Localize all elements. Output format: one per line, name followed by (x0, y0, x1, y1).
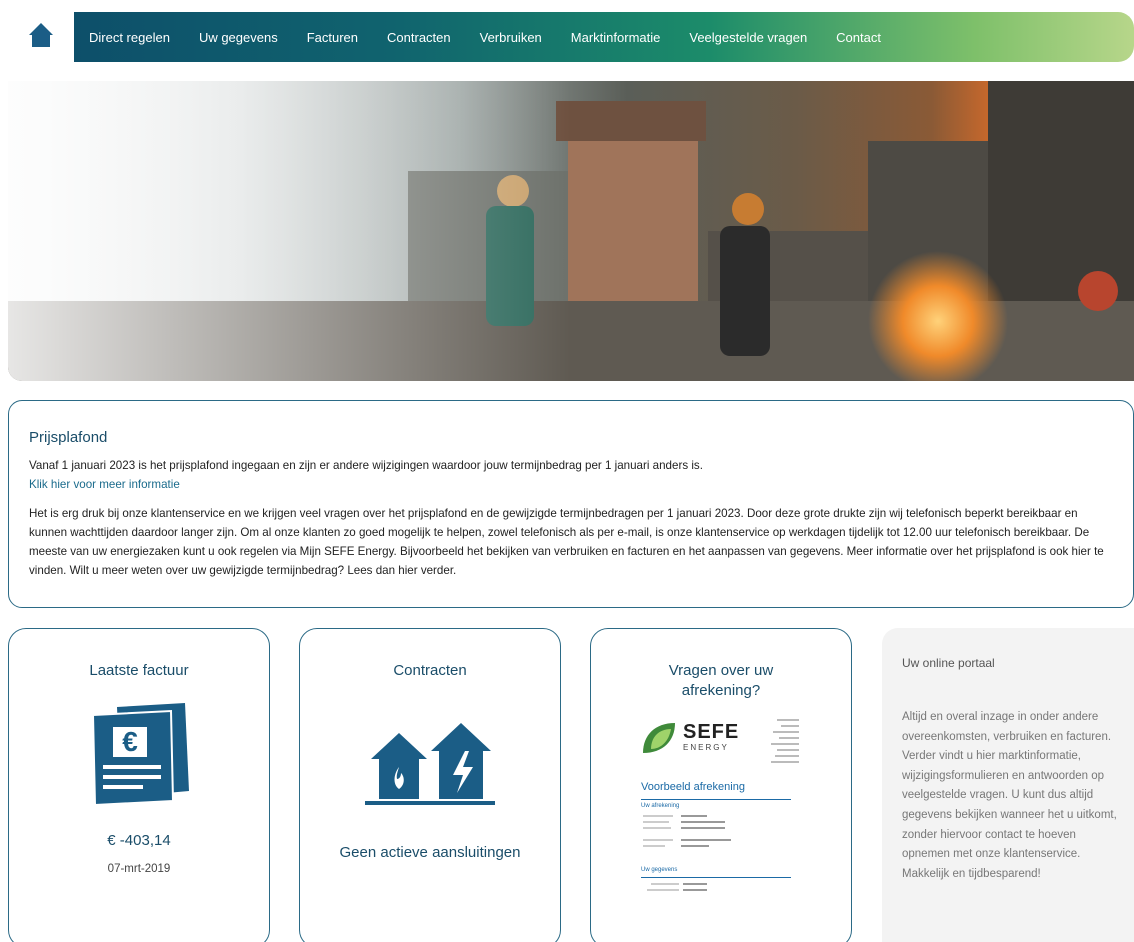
hero-image (8, 81, 1134, 381)
nav-marktinformatie[interactable]: Marktinformatie (571, 30, 661, 45)
card-title: Contracten (393, 662, 467, 679)
notice-title: Prijsplafond (29, 429, 108, 446)
latest-invoice-card[interactable]: Laatste factuur € € -403,14 07-mrt-2019 (8, 628, 270, 942)
bill-heading: Voorbeeld afrekening (641, 781, 745, 793)
bill-detail-lines (771, 719, 799, 763)
sefe-logo-subtext: ENERGY (683, 743, 729, 752)
nav-veelgestelde-vragen[interactable]: Veelgestelde vragen (689, 30, 807, 45)
sample-bill-preview: SEFE ENERGY Voorbeeld afrekening Uw afre… (641, 719, 801, 891)
card-title: Vragen over uw afrekening? (668, 662, 774, 699)
contracts-card[interactable]: Contracten Geen actieve aansluitingen (299, 628, 561, 942)
bill-lines-2 (647, 883, 707, 891)
card-title: Laatste factuur (89, 662, 189, 679)
sefe-logo-text: SEFE (683, 721, 740, 743)
sefe-logo (643, 723, 675, 753)
nav-facturen[interactable]: Facturen (307, 30, 358, 45)
nav-contracten[interactable]: Contracten (387, 30, 451, 45)
nav-contact[interactable]: Contact (836, 30, 881, 45)
main-navigation: Direct regelen Uw gegevens Facturen Cont… (74, 12, 1134, 62)
invoice-date: 07-mrt-2019 (107, 863, 171, 875)
invoice-euro-icon: € (91, 703, 189, 807)
online-portal-panel: Uw online portaal Altijd en overal inzag… (882, 628, 1134, 942)
svg-text:€: € (122, 726, 138, 757)
nav-direct-regelen[interactable]: Direct regelen (89, 30, 170, 45)
bill-lines-1 (643, 815, 731, 847)
houses-gas-electric-icon (365, 723, 495, 805)
nav-uw-gegevens[interactable]: Uw gegevens (199, 30, 278, 45)
nav-verbruiken[interactable]: Verbruiken (480, 30, 542, 45)
portal-title: Uw online portaal (902, 656, 995, 670)
billing-questions-card[interactable]: Vragen over uw afrekening? SEFE ENERGY V… (590, 628, 852, 942)
notice-body: Het is erg druk bij onze klantenservice … (29, 507, 1104, 577)
notice-intro: Vanaf 1 januari 2023 is het prijsplafond… (29, 459, 703, 472)
bill-section-details: Uw gegevens (641, 867, 678, 873)
no-connections-text: Geen actieve aansluitingen (339, 844, 521, 861)
home-icon[interactable] (28, 22, 54, 48)
bill-section-billing: Uw afrekening (641, 803, 680, 809)
invoice-amount: € -403,14 (107, 832, 171, 849)
more-info-link[interactable]: Klik hier voor meer informatie (29, 475, 1111, 494)
portal-description: Altijd en overal inzage in onder andere … (902, 711, 1117, 880)
price-cap-notice: Prijsplafond Vanaf 1 januari 2023 is het… (8, 400, 1134, 608)
